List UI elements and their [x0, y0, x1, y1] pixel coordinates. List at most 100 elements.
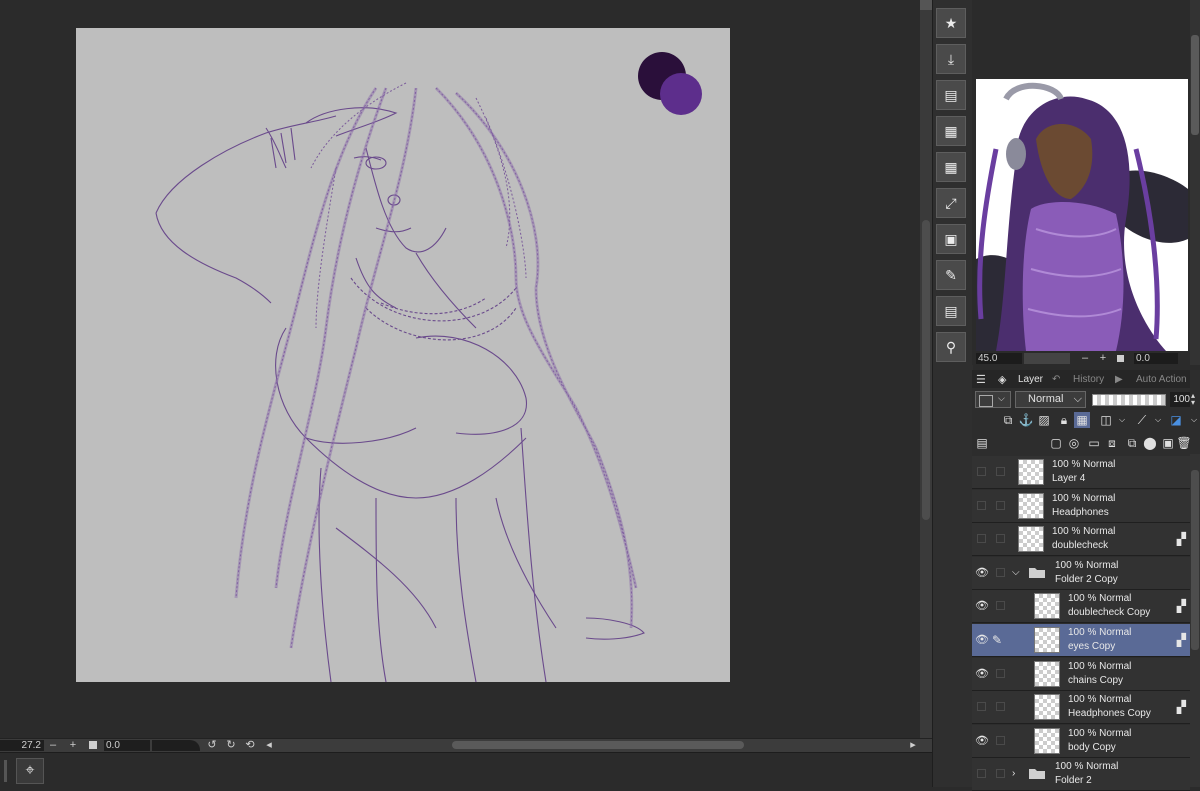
- chevron-down-icon[interactable]: ⌵: [1186, 412, 1200, 428]
- set-reference-layer-icon[interactable]: ⚓: [1018, 412, 1034, 428]
- tab-layer[interactable]: Layer: [1018, 372, 1043, 388]
- figure-icon[interactable]: ⚲: [936, 332, 966, 362]
- apply-mask-icon[interactable]: ▣: [1160, 435, 1176, 451]
- zoom-in-button[interactable]: +: [66, 739, 80, 751]
- layer-row[interactable]: 100 % Normal Layer 4: [972, 456, 1190, 489]
- lock-toggle[interactable]: [996, 668, 1005, 678]
- lock-toggle[interactable]: [996, 702, 1005, 712]
- layer-tab-icon[interactable]: ◈: [998, 373, 1006, 386]
- history-tab-icon[interactable]: ↶: [1052, 372, 1060, 388]
- layer-name[interactable]: Folder 2 Copy: [1055, 574, 1118, 585]
- layer-color-icon[interactable]: ◪: [1168, 412, 1184, 428]
- layer-name[interactable]: Headphones Copy: [1068, 708, 1151, 719]
- rotation-slider[interactable]: [152, 740, 200, 751]
- ruler-icon[interactable]: ⟋: [1134, 412, 1150, 428]
- navigator-scroll-thumb[interactable]: [1191, 35, 1199, 135]
- navigator-zoom-out-button[interactable]: –: [1078, 352, 1092, 364]
- edit-icon[interactable]: ✎: [936, 260, 966, 290]
- lock-toggle[interactable]: [996, 467, 1005, 476]
- transfer-to-lower-layer-icon[interactable]: ⧈: [1104, 435, 1120, 451]
- lock-toggle[interactable]: [996, 534, 1005, 544]
- combine-layer-icon[interactable]: ⧉: [1124, 435, 1140, 451]
- tool-property-icon[interactable]: ▤: [936, 296, 966, 326]
- layer-row[interactable]: 👁︎ 100 % Normal chains Copy: [972, 657, 1190, 691]
- layer-name[interactable]: eyes Copy: [1068, 641, 1115, 652]
- layer-name[interactable]: Headphones: [1052, 507, 1109, 518]
- tab-auto-action[interactable]: Auto Action: [1136, 372, 1187, 388]
- layer-name[interactable]: chains Copy: [1068, 675, 1123, 686]
- rotate-left-icon[interactable]: ↺: [205, 739, 219, 751]
- layer-name[interactable]: body Copy: [1068, 742, 1116, 753]
- reset-rotation-icon[interactable]: ⟲: [243, 739, 257, 751]
- focus-target-button[interactable]: ⌖: [16, 758, 44, 784]
- new-folder-icon[interactable]: ▭: [1086, 435, 1102, 451]
- eye-icon[interactable]: 👁︎: [975, 567, 989, 579]
- layer-row[interactable]: 100 % Normal Headphones Copy ▞: [972, 691, 1190, 725]
- visibility-toggle[interactable]: [977, 534, 986, 544]
- eye-icon[interactable]: 👁︎: [975, 668, 989, 680]
- layer-row[interactable]: 👁︎ 100 % Normal body Copy: [972, 724, 1190, 758]
- navigator-zoom-in-button[interactable]: +: [1096, 352, 1110, 364]
- visibility-toggle[interactable]: [977, 769, 986, 779]
- layer-folder-row[interactable]: 👁︎ ⌵ 100 % Normal Folder 2 Copy: [972, 556, 1190, 590]
- rotation-field[interactable]: 0.0: [104, 740, 150, 751]
- eye-icon[interactable]: 👁︎: [975, 634, 989, 646]
- canvas-horizontal-scroll-thumb[interactable]: [452, 741, 744, 749]
- material-icon[interactable]: ▤: [936, 80, 966, 110]
- layer-name[interactable]: Folder 2: [1055, 775, 1092, 786]
- navigator-preview[interactable]: [976, 79, 1188, 351]
- chevron-down-icon[interactable]: ⌵: [1150, 412, 1166, 428]
- lock-toggle[interactable]: [996, 601, 1005, 611]
- layer-row[interactable]: 👁︎ ✎ 100 % Normal eyes Copy ▞: [972, 624, 1190, 657]
- zoom-out-button[interactable]: –: [46, 739, 60, 751]
- zoom-field[interactable]: 27.2: [0, 740, 44, 751]
- visibility-toggle[interactable]: [977, 500, 986, 510]
- layer-property-icon[interactable]: ▣: [936, 224, 966, 254]
- layer-name[interactable]: doublecheck Copy: [1068, 607, 1150, 618]
- layer-row[interactable]: 100 % Normal Headphones: [972, 489, 1190, 523]
- star-icon[interactable]: ★: [936, 8, 966, 38]
- visibility-toggle[interactable]: [977, 702, 986, 712]
- visibility-toggle[interactable]: [977, 467, 986, 476]
- layer-row[interactable]: 100 % Normal doublecheck ▞: [972, 523, 1190, 557]
- layer-opacity-slider[interactable]: [1092, 394, 1166, 406]
- grid-icon[interactable]: ▦: [936, 116, 966, 146]
- clip-to-layer-below-icon[interactable]: ⧉: [1000, 412, 1016, 428]
- blend-mode-select[interactable]: Normal ⌵: [1015, 391, 1086, 408]
- navigator-fit-icon[interactable]: [1117, 355, 1124, 362]
- navigator-rotation-field[interactable]: 0.0: [1134, 353, 1178, 364]
- enable-mask-icon[interactable]: ◫: [1098, 412, 1114, 428]
- create-layer-mask-icon[interactable]: ⬤: [1142, 435, 1158, 451]
- rotate-right-icon[interactable]: ↻: [224, 739, 238, 751]
- layer-name[interactable]: doublecheck: [1052, 540, 1108, 551]
- eye-icon[interactable]: 👁︎: [975, 735, 989, 747]
- scroll-up-arrow[interactable]: [920, 0, 932, 10]
- new-vector-layer-icon[interactable]: ◎: [1066, 435, 1082, 451]
- layer-color-select[interactable]: ⌵: [975, 391, 1011, 408]
- chevron-right-icon[interactable]: ›: [1012, 768, 1015, 779]
- navigator-zoom-field[interactable]: 45.0: [976, 353, 1022, 364]
- layer-list-scroll-thumb[interactable]: [1191, 470, 1199, 650]
- layer-row[interactable]: 👁︎ 100 % Normal doublecheck Copy ▞: [972, 590, 1190, 624]
- delete-layer-icon[interactable]: 🗑︎: [1176, 435, 1192, 451]
- fit-screen-icon[interactable]: [89, 741, 97, 749]
- eye-icon[interactable]: 👁︎: [975, 600, 989, 612]
- lock-toggle[interactable]: [996, 735, 1005, 745]
- chevron-down-icon[interactable]: ⌵: [1012, 567, 1020, 578]
- panel-menu-icon[interactable]: ☰: [976, 373, 986, 386]
- layer-folder-row[interactable]: › 100 % Normal Folder 2: [972, 758, 1190, 791]
- grid-alt-icon[interactable]: ▦: [936, 152, 966, 182]
- lock-toggle[interactable]: [996, 769, 1005, 779]
- layer-panel-settings-icon[interactable]: ▤: [974, 435, 990, 451]
- canvas-vertical-scroll-thumb[interactable]: [922, 220, 930, 520]
- set-draft-layer-icon[interactable]: ▨: [1036, 412, 1052, 428]
- canvas-artboard[interactable]: [76, 28, 730, 682]
- new-raster-layer-icon[interactable]: ▢: [1048, 435, 1064, 451]
- auto-action-tab-icon[interactable]: ▶: [1115, 372, 1123, 388]
- layer-opacity-value[interactable]: 100: [1170, 392, 1190, 407]
- flip-horizontal-icon[interactable]: ◂: [262, 739, 276, 751]
- lock-layer-icon[interactable]: 🔒︎: [1056, 412, 1072, 428]
- scroll-right-arrow[interactable]: ▸: [906, 739, 920, 751]
- download-icon[interactable]: ⤓: [936, 44, 966, 74]
- tab-history[interactable]: History: [1073, 372, 1104, 388]
